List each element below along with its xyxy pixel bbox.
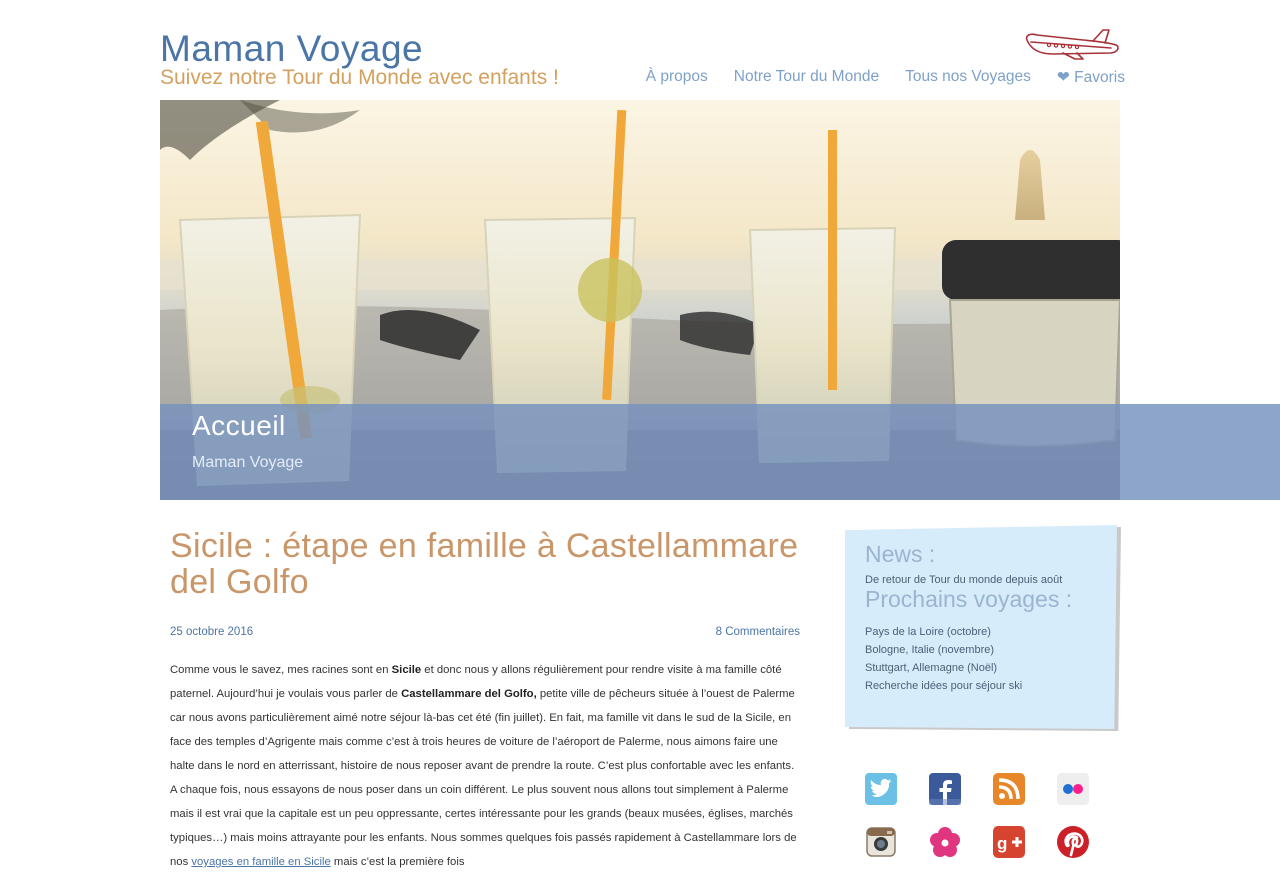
facebook-icon[interactable]: [929, 773, 961, 805]
news-widget: News : De retour de Tour du monde depuis…: [845, 525, 1121, 731]
post-text: mais c’est la première fois: [330, 856, 465, 868]
nav-favoris[interactable]: ❤ Favoris: [1057, 68, 1125, 87]
sicile-voyages-link[interactable]: voyages en famille en Sicile: [191, 856, 330, 868]
svg-text:g: g: [997, 834, 1007, 853]
instagram-icon[interactable]: [865, 826, 897, 858]
news-heading: News :: [865, 541, 936, 567]
pinterest-icon[interactable]: [1057, 826, 1089, 858]
post-excerpt: Comme vous le savez, mes racines sont en…: [170, 658, 800, 874]
list-item: Pays de la Loire (octobre): [865, 626, 991, 638]
main-nav: À propos Notre Tour du Monde Tous nos Vo…: [646, 68, 1125, 87]
blog-post: Sicile : étape en famille à Castellammar…: [170, 528, 800, 885]
post-bold: Sicile: [391, 664, 422, 676]
site-tagline: Suivez notre Tour du Monde avec enfants …: [160, 66, 559, 89]
list-item: Stuttgart, Allemagne (Noël): [865, 662, 998, 674]
site-header: Maman Voyage Suivez notre Tour du Monde …: [160, 24, 1125, 100]
flower-icon[interactable]: [929, 826, 961, 858]
google-plus-icon[interactable]: g: [993, 826, 1025, 858]
nav-tous-nos-voyages[interactable]: Tous nos Voyages: [905, 68, 1031, 87]
news-text: De retour de Tour du monde depuis août: [865, 574, 1063, 586]
news-content: News : De retour de Tour du monde depuis…: [865, 541, 1105, 695]
post-title[interactable]: Sicile : étape en famille à Castellammar…: [170, 528, 800, 600]
hero-title-band: Accueil Maman Voyage: [160, 404, 1280, 500]
post-bold: Castellammare del Golfo,: [401, 688, 537, 700]
social-links: g: [865, 773, 1105, 858]
post-date[interactable]: 25 octobre 2016: [170, 626, 253, 638]
post-text: petite ville de pêcheurs située à l’oues…: [170, 688, 797, 868]
upcoming-list: Pays de la Loire (octobre) Bologne, Ital…: [865, 623, 1105, 695]
post-text: Comme vous le savez, mes racines sont en: [170, 664, 392, 676]
page-title: Accueil: [192, 410, 286, 441]
list-item: Bologne, Italie (novembre): [865, 644, 995, 656]
upcoming-heading: Prochains voyages :: [865, 586, 1073, 612]
post-comments-link[interactable]: 8 Commentaires: [716, 626, 800, 638]
page-subtitle: Maman Voyage: [192, 454, 304, 471]
list-item: Recherche idées pour séjour ski: [865, 680, 1023, 692]
airplane-logo-icon: [1025, 29, 1119, 60]
post-meta: 25 octobre 2016 8 Commentaires: [170, 626, 800, 638]
rss-icon[interactable]: [993, 773, 1025, 805]
nav-a-propos[interactable]: À propos: [646, 68, 708, 87]
flickr-icon[interactable]: [1057, 773, 1089, 805]
site-title[interactable]: Maman Voyage: [160, 28, 423, 70]
twitter-icon[interactable]: [865, 773, 897, 805]
nav-tour-du-monde[interactable]: Notre Tour du Monde: [734, 68, 879, 87]
